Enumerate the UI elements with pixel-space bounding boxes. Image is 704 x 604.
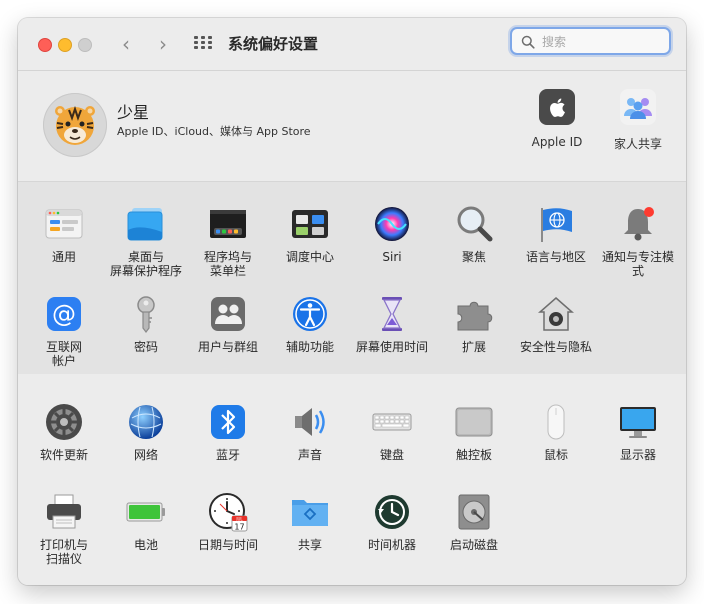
pane-security-privacy[interactable]: 安全性与隐私 bbox=[515, 294, 597, 354]
siri-icon bbox=[375, 207, 409, 241]
hard-disk-icon bbox=[458, 494, 490, 530]
window-title: 系统偏好设置 bbox=[228, 35, 319, 53]
pane-displays[interactable]: 显示器 bbox=[597, 402, 679, 462]
pane-sound[interactable]: 声音 bbox=[269, 402, 351, 462]
clock-icon: JUL 17 bbox=[209, 493, 248, 532]
pane-software-update[interactable]: 软件更新 bbox=[23, 402, 105, 462]
pane-printers-scanners[interactable]: 打印机与 扫描仪 bbox=[23, 492, 105, 566]
search-field[interactable] bbox=[510, 27, 671, 55]
key-icon bbox=[137, 296, 155, 333]
pane-spotlight[interactable]: 聚焦 bbox=[433, 204, 515, 264]
pane-users-groups[interactable]: 用户与群组 bbox=[187, 294, 269, 354]
at-sign-icon: @ bbox=[47, 297, 81, 331]
bell-icon bbox=[624, 207, 654, 241]
pane-mouse[interactable]: 鼠标 bbox=[515, 402, 597, 462]
trackpad-icon bbox=[455, 407, 493, 437]
puzzle-icon bbox=[457, 301, 493, 331]
apple-id-pane[interactable]: Apple ID bbox=[519, 89, 595, 149]
pane-mission-control[interactable]: 调度中心 bbox=[269, 204, 351, 264]
preferences-section-1: 通用 桌面与 屏幕保护程序 程序坞与 菜单栏 调度中心 Siri 聚焦 语言与地… bbox=[18, 181, 686, 375]
flag-globe-icon bbox=[541, 208, 572, 242]
house-lock-icon bbox=[538, 297, 574, 331]
time-machine-icon bbox=[375, 495, 409, 529]
gear-icon bbox=[46, 404, 82, 440]
mission-control-icon bbox=[292, 210, 328, 238]
pane-sharing[interactable]: 共享 bbox=[269, 492, 351, 552]
pane-battery[interactable]: 电池 bbox=[105, 492, 187, 552]
search-icon bbox=[521, 35, 535, 49]
accessibility-icon bbox=[293, 297, 327, 331]
bluetooth-icon bbox=[211, 405, 245, 439]
chevron-right-icon: › bbox=[159, 32, 167, 56]
system-preferences-window: ‹ › 系统偏好设置 搜索 少星 Apple ID、iCloud、媒体与 App… bbox=[18, 18, 686, 585]
pane-dock-menubar[interactable]: 程序坞与 菜单栏 bbox=[187, 204, 269, 278]
toolbar: ‹ › 系统偏好设置 bbox=[18, 18, 686, 71]
printer-icon bbox=[47, 494, 81, 529]
back-button[interactable]: ‹ bbox=[115, 33, 137, 55]
pane-extensions[interactable]: 扩展 bbox=[433, 294, 515, 354]
apple-icon bbox=[539, 89, 575, 125]
pane-trackpad[interactable]: 触控板 bbox=[433, 402, 515, 462]
pane-time-machine[interactable]: 时间机器 bbox=[351, 492, 433, 552]
pane-label: 通用 bbox=[51, 250, 76, 264]
account-header: 少星 Apple ID、iCloud、媒体与 App Store Apple I… bbox=[18, 71, 686, 181]
pane-date-time[interactable]: JUL 17 日期与时间 bbox=[187, 492, 269, 552]
pane-startup-disk[interactable]: 启动磁盘 bbox=[433, 492, 515, 552]
avatar[interactable] bbox=[43, 93, 107, 157]
pane-siri[interactable]: Siri bbox=[351, 204, 433, 264]
close-button[interactable] bbox=[38, 38, 52, 52]
apple-id-label: Apple ID bbox=[531, 135, 583, 149]
preferences-section-2: 软件更新 网络 蓝牙 声音 键盘 触控板 鼠标 显示器 打印机与 扫描仪 电池 … bbox=[18, 374, 686, 585]
dock-menubar-icon bbox=[210, 210, 246, 238]
family-sharing-icon bbox=[620, 89, 656, 125]
pane-notifications[interactable]: 通知与专注模式 bbox=[597, 204, 679, 278]
hourglass-icon bbox=[382, 297, 402, 331]
family-sharing-pane[interactable]: 家人共享 bbox=[600, 89, 676, 152]
zoom-button[interactable] bbox=[78, 38, 92, 52]
user-subtitle: Apple ID、iCloud、媒体与 App Store bbox=[117, 125, 311, 138]
pane-accessibility[interactable]: 辅助功能 bbox=[269, 294, 351, 354]
pane-passwords[interactable]: 密码 bbox=[105, 294, 187, 354]
keyboard-icon bbox=[372, 413, 412, 431]
svg-text:JUL: JUL bbox=[235, 516, 243, 521]
battery-icon bbox=[126, 502, 165, 522]
pane-desktop-screensaver[interactable]: 桌面与 屏幕保护程序 bbox=[105, 204, 187, 278]
svg-text:17: 17 bbox=[234, 523, 244, 532]
tiger-avatar-icon bbox=[55, 105, 95, 145]
chevron-left-icon: ‹ bbox=[122, 32, 130, 56]
user-name[interactable]: 少星 bbox=[117, 99, 149, 123]
pane-screen-time[interactable]: 屏幕使用时间 bbox=[351, 294, 433, 354]
minimize-button[interactable] bbox=[58, 38, 72, 52]
pane-internet-accounts[interactable]: @ 互联网 帐户 bbox=[23, 294, 105, 368]
svg-text:@: @ bbox=[52, 300, 76, 328]
general-icon bbox=[45, 209, 83, 239]
magnifier-icon bbox=[457, 206, 493, 242]
pane-general[interactable]: 通用 bbox=[23, 204, 105, 264]
forward-button[interactable]: › bbox=[152, 33, 174, 55]
speaker-icon bbox=[295, 408, 325, 436]
family-sharing-label: 家人共享 bbox=[613, 137, 662, 151]
desktop-screensaver-icon bbox=[127, 208, 163, 241]
display-icon bbox=[620, 407, 656, 438]
sharing-folder-icon bbox=[292, 500, 328, 526]
pane-keyboard[interactable]: 键盘 bbox=[351, 402, 433, 462]
pane-bluetooth[interactable]: 蓝牙 bbox=[187, 402, 269, 462]
users-icon bbox=[211, 297, 245, 331]
show-all-grid-button[interactable] bbox=[194, 36, 212, 50]
search-input[interactable] bbox=[540, 32, 664, 52]
pane-network[interactable]: 网络 bbox=[105, 402, 187, 462]
pane-language-region[interactable]: 语言与地区 bbox=[515, 204, 597, 264]
globe-network-icon bbox=[129, 405, 163, 439]
mouse-icon bbox=[547, 404, 565, 440]
